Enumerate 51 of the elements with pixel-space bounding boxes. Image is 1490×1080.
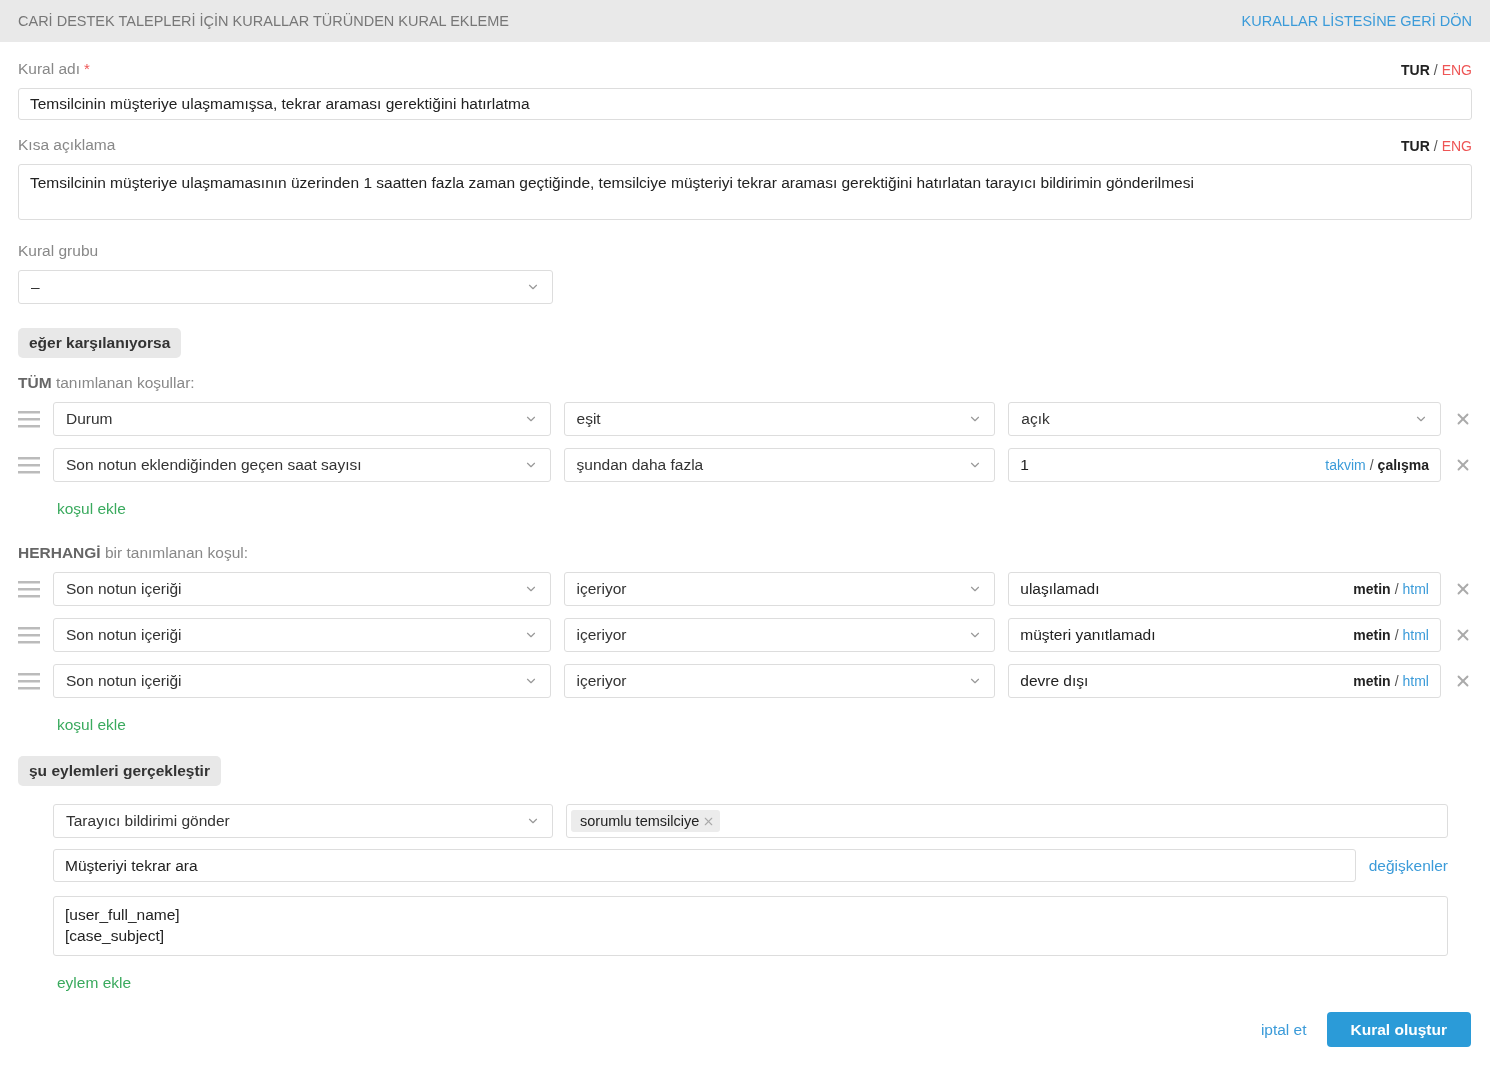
separator-slash: /: [1369, 457, 1374, 473]
language-option[interactable]: TUR: [1401, 62, 1430, 78]
value-field[interactable]: ulaşılamadı metin / html: [1008, 572, 1441, 606]
separator-slash: /: [1394, 673, 1399, 689]
page-title: CARİ DESTEK TALEPLERİ İÇİN KURALLAR TÜRÜNDEN KURAL EKLEME: [18, 13, 509, 29]
separator-slash: /: [1433, 138, 1438, 154]
value-field[interactable]: 1 takvim / çalışma: [1008, 448, 1441, 482]
required-mark: *: [84, 60, 90, 77]
field-select[interactable]: Durum: [53, 402, 551, 436]
operator-select[interactable]: içeriyor: [563, 618, 996, 652]
drag-handle-icon[interactable]: [18, 579, 40, 599]
drag-handle-icon[interactable]: [18, 409, 40, 429]
field-select[interactable]: Son notun içeriği: [53, 572, 551, 606]
rule-name-field[interactable]: Temsilcinin müşteriye ulaşmamışsa, tekrar araması gerektiğini hatırlatma: [18, 88, 1472, 120]
message-field[interactable]: [user_full_name] [case_subject]: [53, 896, 1448, 956]
field-select[interactable]: Son notun içeriği: [53, 618, 551, 652]
field-select[interactable]: Son notun eklendiğinden geçen saat sayısı: [53, 448, 551, 482]
action-type-select[interactable]: Tarayıcı bildirimi gönder: [53, 804, 553, 838]
section-title: eğer karşılanıyorsa: [18, 328, 182, 358]
operator-select[interactable]: içeriyor: [563, 572, 996, 606]
language-option[interactable]: ENG: [1441, 138, 1472, 154]
subject-field[interactable]: Müşteriyi tekrar ara: [53, 849, 1356, 882]
condition-heading: HERHANGİ bir tanımlanan koşul:: [18, 544, 249, 562]
field-label: Kural grubu: [18, 242, 99, 260]
separator-slash: /: [1394, 627, 1399, 643]
description-field[interactable]: Temsilcinin müşteriye ulaşmamasının üzerinden 1 saatten fazla zaman geçtiğinde, temsilciye müşteriyi tekrar araması gerektiğini hatırlatan tarayıcı bildirimin gönderilmesi: [18, 164, 1472, 220]
value-field[interactable]: müşteri yanıtlamadı metin / html: [1008, 618, 1441, 652]
language-option[interactable]: ENG: [1441, 62, 1472, 78]
separator-slash: /: [1394, 581, 1399, 597]
section-title: şu eylemleri gerçekleştir: [18, 756, 221, 786]
operator-select[interactable]: içeriyor: [563, 664, 996, 698]
recipient-tag: sorumlu temsilciye: [571, 810, 721, 832]
drag-handle-icon[interactable]: [18, 671, 40, 691]
drag-handle-icon[interactable]: [18, 625, 40, 645]
mode-option[interactable]: çalışma: [1377, 457, 1429, 473]
drag-handle-icon[interactable]: [18, 455, 40, 475]
language-option[interactable]: TUR: [1401, 138, 1430, 154]
recipient-field[interactable]: sorumlu temsilciye: [566, 804, 1448, 838]
field-label: Kural adı: [18, 60, 81, 77]
operator-select[interactable]: şundan daha fazla: [563, 448, 996, 482]
mode-option[interactable]: metin: [1353, 673, 1391, 689]
mode-option[interactable]: metin: [1353, 627, 1391, 643]
separator-slash: /: [1433, 62, 1438, 78]
rule-group-select[interactable]: –: [18, 270, 553, 304]
field-select[interactable]: Son notun içeriği: [53, 664, 551, 698]
field-label: Kısa açıklama: [18, 136, 116, 154]
mode-option[interactable]: metin: [1353, 581, 1391, 597]
value-select[interactable]: açık: [1008, 402, 1441, 436]
operator-select[interactable]: eşit: [563, 402, 996, 436]
value-field[interactable]: devre dışı metin / html: [1008, 664, 1441, 698]
condition-heading: TÜM tanımlanan koşullar:: [18, 374, 196, 392]
